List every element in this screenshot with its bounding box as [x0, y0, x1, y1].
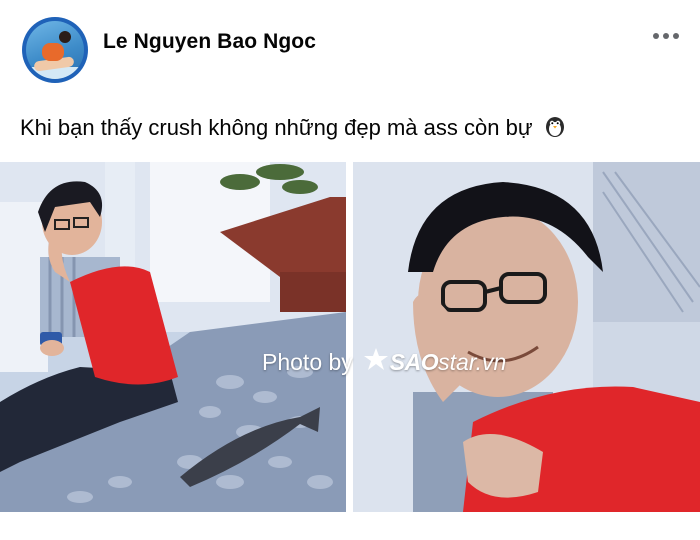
post-header: Le Nguyen Bao Ngoc [0, 0, 700, 90]
author-name[interactable]: Le Nguyen Bao Ngoc [103, 30, 316, 54]
avatar[interactable] [22, 17, 88, 83]
watermark-prefix: Photo by [262, 348, 353, 375]
photo-right[interactable] [353, 162, 700, 512]
star-icon [363, 347, 389, 377]
more-horizontal-icon [653, 33, 659, 39]
more-options-button[interactable] [648, 26, 684, 46]
avatar-image [26, 21, 84, 79]
watermark-brand-rest: star.vn [438, 348, 507, 375]
watermark: Photo by SAO star.vn [262, 342, 582, 382]
post-text: Khi bạn thấy crush không những đẹp mà as… [20, 114, 567, 144]
watermark-brand-bold: SAO [389, 348, 439, 375]
penguin-icon [543, 114, 567, 144]
post-caption: Khi bạn thấy crush không những đẹp mà as… [20, 115, 533, 140]
photo-left[interactable] [0, 162, 346, 512]
